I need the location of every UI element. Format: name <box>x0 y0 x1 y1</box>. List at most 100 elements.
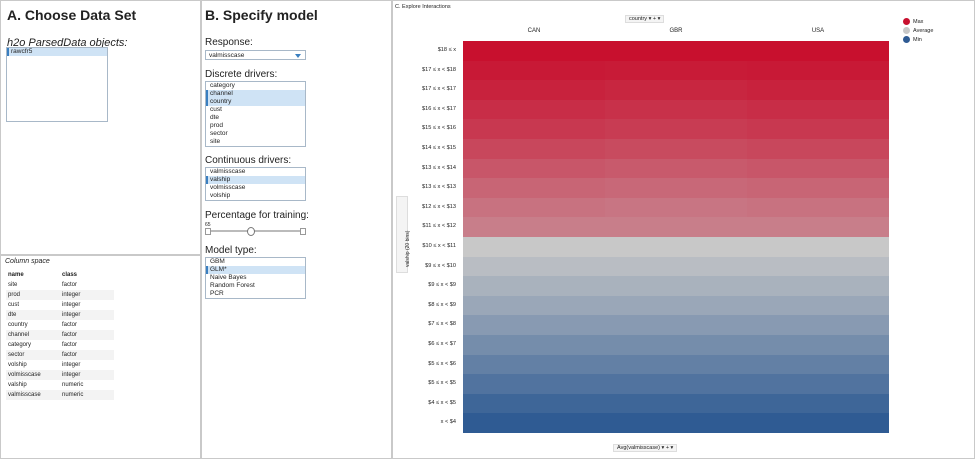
heatmap-cell[interactable] <box>605 60 747 81</box>
heatmap-cell[interactable] <box>605 119 747 140</box>
list-item[interactable]: category <box>206 82 305 90</box>
discrete-drivers-list[interactable]: category channel country cust dte prod sector s… <box>205 81 306 147</box>
heatmap-cell[interactable] <box>747 374 889 395</box>
heatmap-cell[interactable] <box>747 354 889 375</box>
heatmap-cell[interactable] <box>463 217 605 238</box>
list-item[interactable]: rawcfr5 <box>7 48 107 56</box>
heatmap-cell[interactable] <box>747 99 889 120</box>
list-item[interactable]: channel <box>206 90 305 98</box>
heatmap-cell[interactable] <box>605 237 747 258</box>
column-class-cell: integer <box>60 290 114 300</box>
parsed-objects-list[interactable]: rawcfr5 <box>6 47 108 122</box>
row-label: $6 ≤ x < $7 <box>428 341 456 347</box>
heatmap-cell[interactable] <box>747 80 889 101</box>
heatmap-cell[interactable] <box>463 295 605 316</box>
heatmap-cell[interactable] <box>463 315 605 336</box>
heatmap-cell[interactable] <box>747 60 889 81</box>
heatmap-cell[interactable] <box>605 276 747 297</box>
measure-field-label: Avg(valmisscase) <box>617 445 660 451</box>
list-item[interactable]: PCR <box>206 290 305 298</box>
list-item[interactable]: GLM* <box>206 266 305 274</box>
slider-handle[interactable] <box>247 227 255 236</box>
heatmap-cell[interactable] <box>463 139 605 160</box>
heatmap-cell[interactable] <box>605 393 747 414</box>
heatmap-cell[interactable] <box>463 335 605 356</box>
heatmap-cell[interactable] <box>605 217 747 238</box>
list-item[interactable]: country <box>206 98 305 106</box>
column-field-pill[interactable]: country ▾ + ▾ <box>625 15 665 23</box>
list-item[interactable]: volmisscase <box>206 184 305 192</box>
heatmap-cell[interactable] <box>463 237 605 258</box>
heatmap-cell[interactable] <box>747 178 889 199</box>
measure-field-pill[interactable]: Avg(valmisscase) ▾ + ▾ <box>613 444 678 452</box>
table-row: country factor <box>6 320 114 330</box>
heatmap-cell[interactable] <box>605 41 747 62</box>
heatmap-cell[interactable] <box>463 178 605 199</box>
list-item[interactable]: volship <box>206 192 305 200</box>
column-name-cell: prod <box>6 290 60 300</box>
heatmap-cell[interactable] <box>747 158 889 179</box>
heatmap-cell[interactable] <box>605 295 747 316</box>
row-label: $5 ≤ x < $5 <box>428 380 456 387</box>
heatmap-cell[interactable] <box>747 393 889 414</box>
heatmap-cell[interactable] <box>747 335 889 356</box>
heatmap-cell[interactable] <box>605 315 747 336</box>
heatmap-cell[interactable] <box>463 99 605 120</box>
heatmap-cell[interactable] <box>463 158 605 179</box>
heatmap-cell[interactable] <box>747 315 889 336</box>
heatmap-cell[interactable] <box>747 256 889 277</box>
heatmap-cell[interactable] <box>747 139 889 160</box>
heatmap-cell[interactable] <box>605 354 747 375</box>
list-item[interactable]: prod <box>206 122 305 130</box>
list-item[interactable]: site <box>206 138 305 146</box>
model-type-list[interactable]: GBM GLM* Naive Bayes Random Forest PCR <box>205 257 306 299</box>
list-item[interactable]: dte <box>206 114 305 122</box>
list-item[interactable]: valmisscase <box>206 168 305 176</box>
heatmap-cell[interactable] <box>747 276 889 297</box>
heatmap-cell[interactable] <box>463 60 605 81</box>
heatmap-cell[interactable] <box>463 41 605 62</box>
list-item[interactable]: sector <box>206 130 305 138</box>
row-field-pill[interactable]: valship (20 bins) <box>396 196 411 273</box>
slider-right-button[interactable] <box>300 228 306 235</box>
list-item[interactable]: Random Forest <box>206 282 305 290</box>
list-item[interactable]: valship <box>206 176 305 184</box>
list-item[interactable]: cust <box>206 106 305 114</box>
heatmap-cell[interactable] <box>605 256 747 277</box>
heatmap-cell[interactable] <box>605 374 747 395</box>
heatmap-cell[interactable] <box>605 139 747 160</box>
heatmap-cell[interactable] <box>747 41 889 62</box>
heatmap-cell[interactable] <box>605 80 747 101</box>
heatmap-cell[interactable] <box>463 374 605 395</box>
continuous-drivers-list[interactable]: valmisscase valship volmisscase volship <box>205 167 306 201</box>
response-select[interactable]: valmisscase <box>205 50 306 60</box>
list-item[interactable]: GBM <box>206 258 305 266</box>
heatmap-cell[interactable] <box>605 413 747 434</box>
heatmap-cell[interactable] <box>463 256 605 277</box>
table-row: volmisscase integer <box>6 370 114 380</box>
heatmap-cell[interactable] <box>463 393 605 414</box>
heatmap-cell[interactable] <box>747 295 889 316</box>
heatmap-cell[interactable] <box>747 197 889 218</box>
heatmap-cell[interactable] <box>605 99 747 120</box>
heatmap-cell[interactable] <box>463 119 605 140</box>
heatmap-cell[interactable] <box>605 197 747 218</box>
list-item[interactable]: Naive Bayes <box>206 274 305 282</box>
heatmap-cell[interactable] <box>463 354 605 375</box>
heatmap-cell[interactable] <box>605 178 747 199</box>
heatmap-cell[interactable] <box>747 237 889 258</box>
chevron-down-icon <box>295 54 301 58</box>
table-row: volship integer <box>6 360 114 370</box>
heatmap-cell[interactable] <box>463 80 605 101</box>
training-slider[interactable] <box>205 227 306 236</box>
heatmap-cell[interactable] <box>463 197 605 218</box>
heatmap-cell[interactable] <box>605 335 747 356</box>
column-class-cell: factor <box>60 350 114 360</box>
heatmap-cell[interactable] <box>747 119 889 140</box>
heatmap-cell[interactable] <box>463 413 605 434</box>
heatmap-cell[interactable] <box>605 158 747 179</box>
discrete-drivers-label: Discrete drivers: <box>205 69 278 80</box>
heatmap-cell[interactable] <box>463 276 605 297</box>
heatmap-cell[interactable] <box>747 217 889 238</box>
heatmap-cell[interactable] <box>747 413 889 434</box>
